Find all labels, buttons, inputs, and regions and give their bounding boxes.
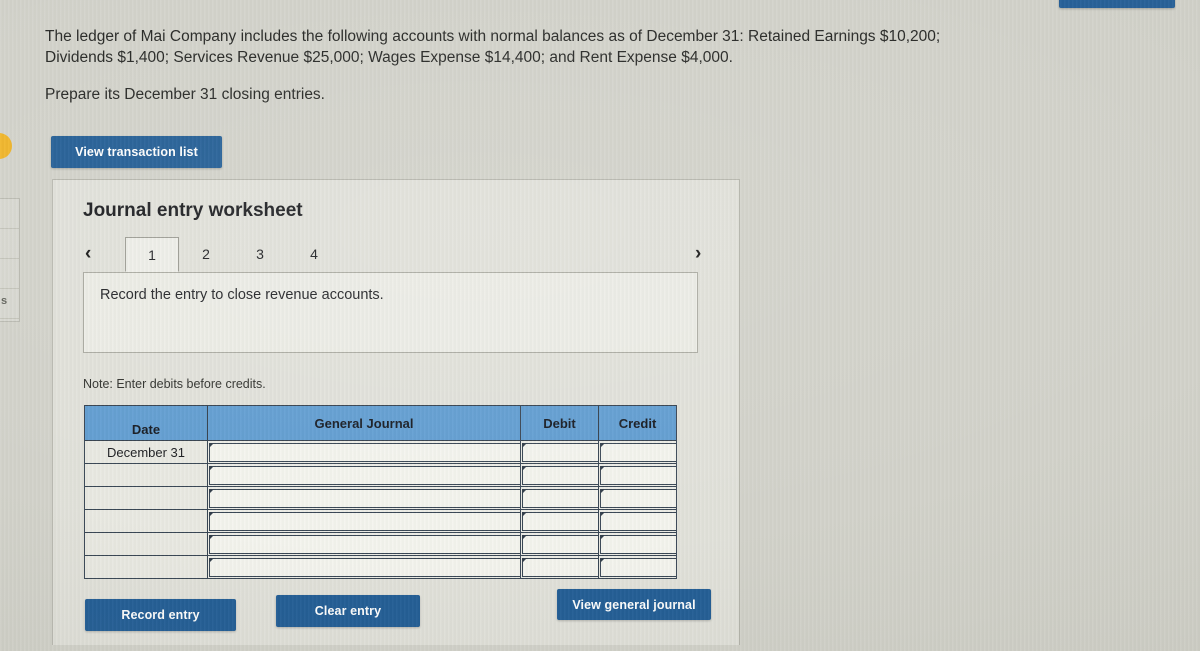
journal-account-input[interactable] [209,442,521,462]
journal-account-input[interactable] [209,534,521,554]
journal-credit-input-cell [598,463,677,487]
worksheet-tabstrip: ‹ 1 2 3 4 › [83,237,723,273]
journal-credit-input[interactable] [600,557,677,577]
journal-debit-input[interactable] [522,557,599,577]
question-instruction: Prepare its December 31 closing entries. [45,86,325,103]
journal-account-input-cell [207,440,521,464]
question-prompt: The ledger of Mai Company includes the f… [45,26,995,68]
journal-credit-input-cell [598,555,677,579]
journal-debit-input[interactable] [522,534,599,554]
journal-date-cell[interactable] [84,509,208,533]
worksheet-title: Journal entry worksheet [83,200,303,221]
debits-before-credits-note: Note: Enter debits before credits. [83,377,266,391]
worksheet-tab-4[interactable]: 4 [287,237,341,272]
journal-account-input[interactable] [209,488,521,508]
journal-date-cell[interactable] [84,463,208,487]
view-general-journal-button[interactable]: View general journal [557,589,711,620]
journal-credit-input-cell [598,486,677,510]
journal-debit-input[interactable] [522,442,599,462]
journal-credit-input-cell [598,440,677,464]
journal-credit-input[interactable] [600,465,677,485]
offscreen-yellow-circle-icon [0,133,12,159]
journal-entry-row [84,486,677,510]
offscreen-panel-row [0,199,19,229]
journal-account-input-cell [207,509,521,533]
journal-debit-input[interactable] [522,511,599,531]
journal-debit-input-cell [520,532,599,556]
column-header-date: Date [84,405,208,441]
journal-credit-input[interactable] [600,488,677,508]
journal-entry-row [84,509,677,533]
journal-credit-input[interactable] [600,442,677,462]
chevron-left-icon[interactable]: ‹ [85,241,91,267]
question-line-2: Dividends $1,400; Services Revenue $25,0… [45,49,733,66]
column-header-general-journal: General Journal [207,405,521,441]
journal-date-cell[interactable]: December 31 [84,440,208,464]
offscreen-top-blue-bar[interactable] [1059,0,1175,8]
question-line-1: The ledger of Mai Company includes the f… [45,28,941,45]
journal-debit-input-cell [520,440,599,464]
chevron-right-icon[interactable]: › [695,241,701,267]
journal-date-cell[interactable] [84,555,208,579]
journal-date-cell[interactable] [84,486,208,510]
journal-account-input-cell [207,486,521,510]
clear-entry-button[interactable]: Clear entry [276,595,420,627]
journal-debit-input-cell [520,509,599,533]
journal-entry-row [84,555,677,579]
journal-account-input[interactable] [209,465,521,485]
journal-debit-input-cell [520,463,599,487]
journal-header-row: Date General Journal Debit Credit [84,405,677,441]
journal-credit-input[interactable] [600,534,677,554]
journal-account-input-cell [207,555,521,579]
journal-entry-row [84,463,677,487]
journal-account-input-cell [207,463,521,487]
journal-debit-input-cell [520,486,599,510]
journal-credit-input[interactable] [600,511,677,531]
journal-debit-input[interactable] [522,488,599,508]
journal-credit-input-cell [598,509,677,533]
column-header-debit: Debit [520,405,599,441]
journal-account-input-cell [207,532,521,556]
record-entry-button[interactable]: Record entry [85,599,236,631]
worksheet-tab-3[interactable]: 3 [233,237,287,272]
journal-entry-row [84,532,677,556]
offscreen-panel-row [0,259,19,289]
general-journal-table: Date General Journal Debit Credit Decemb… [84,405,677,579]
column-header-credit: Credit [598,405,677,441]
journal-entry-row: December 31 [84,440,677,464]
journal-credit-input-cell [598,532,677,556]
worksheet-tab-2[interactable]: 2 [179,237,233,272]
offscreen-panel-row [0,229,19,259]
offscreen-edge-text: s [1,295,8,307]
journal-debit-input-cell [520,555,599,579]
view-transaction-list-button[interactable]: View transaction list [51,136,222,168]
worksheet-tab-1[interactable]: 1 [125,237,179,272]
entry-instruction-text: Record the entry to close revenue accoun… [100,287,384,303]
journal-entry-worksheet-panel: Journal entry worksheet ‹ 1 2 3 4 › Reco… [52,179,740,645]
journal-date-cell[interactable] [84,532,208,556]
entry-instruction-box: Record the entry to close revenue accoun… [83,272,698,353]
journal-account-input[interactable] [209,557,521,577]
journal-debit-input[interactable] [522,465,599,485]
journal-account-input[interactable] [209,511,521,531]
